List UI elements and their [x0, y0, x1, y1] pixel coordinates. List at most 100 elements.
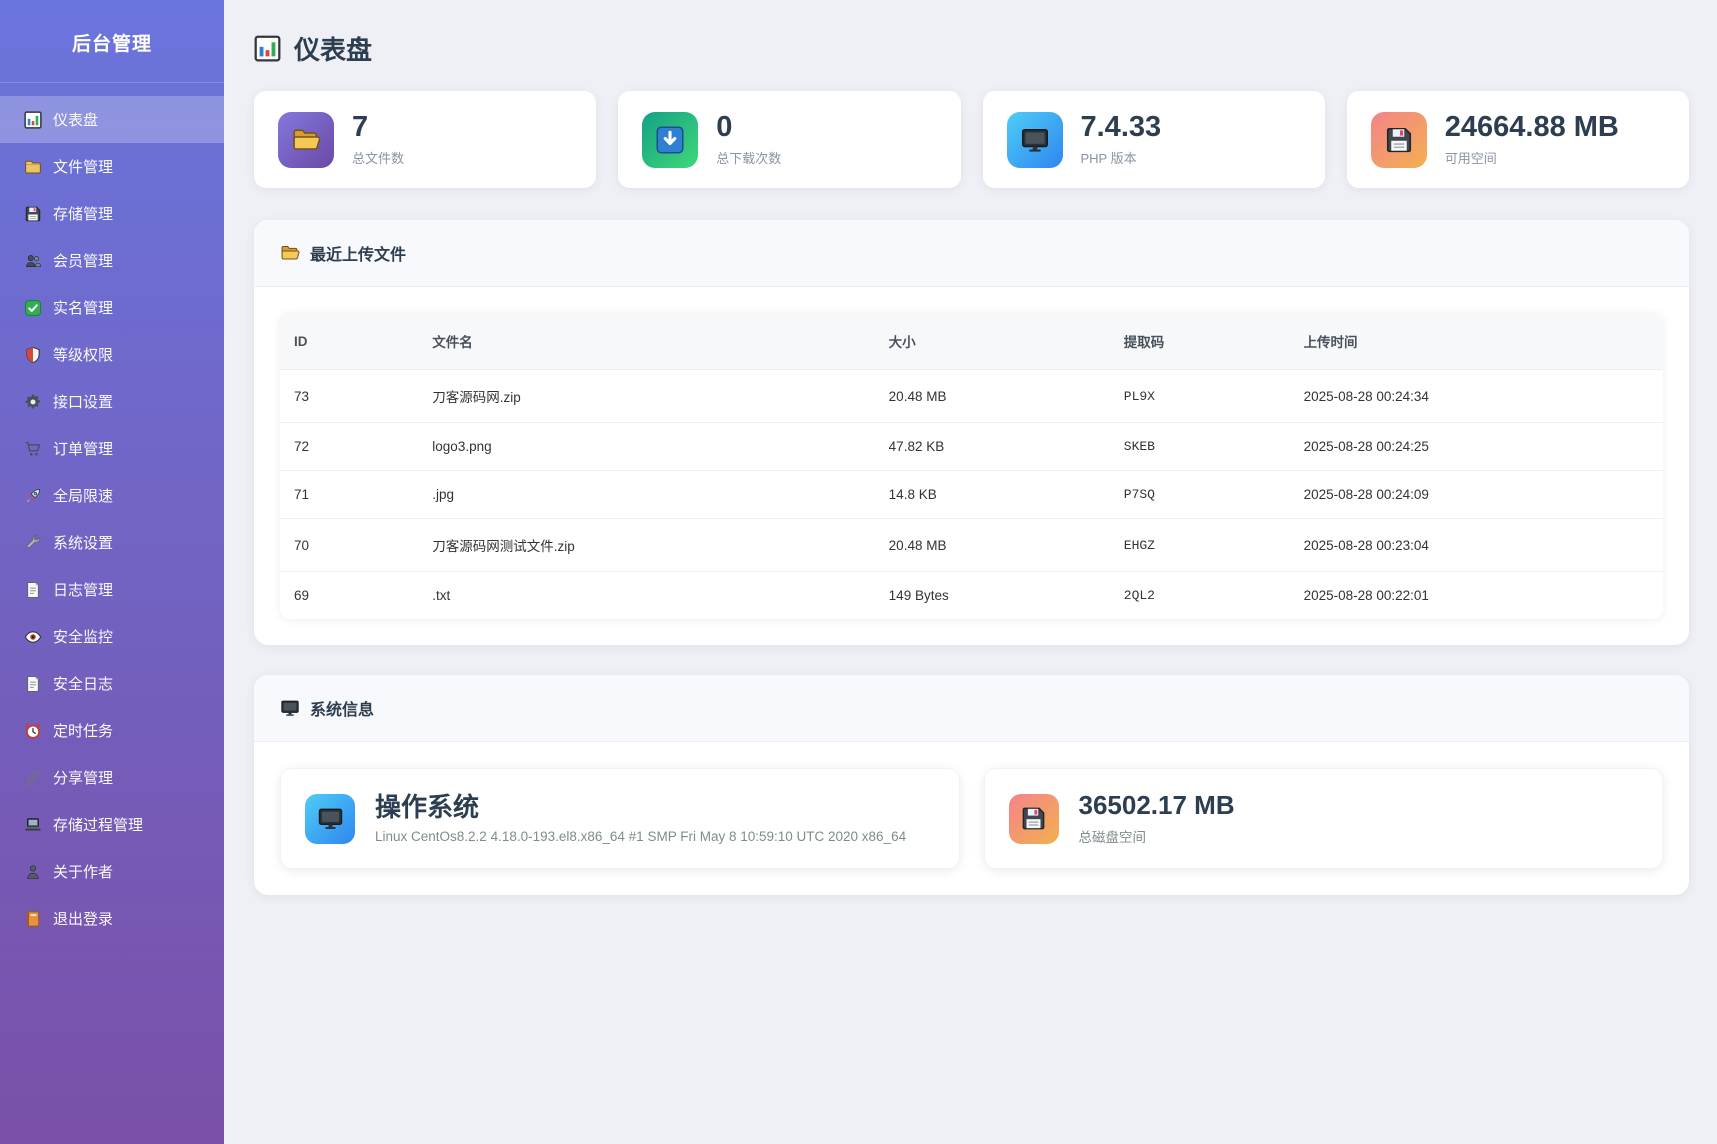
table-row: 71 .jpg 14.8 KB P7SQ 2025-08-28 00:24:09 [280, 471, 1663, 519]
sidebar-item[interactable]: 实名管理 [0, 284, 224, 331]
sidebar-item-label: 存储过程管理 [53, 814, 143, 835]
monitor-icon [1007, 112, 1063, 168]
sidebar-item-label: 全局限速 [53, 485, 113, 506]
page-header: 仪表盘 [254, 30, 1689, 67]
stat-text: 7 总文件数 [352, 112, 404, 168]
cell-upload-time: 2025-08-28 00:24:34 [1290, 370, 1663, 423]
stat-value: 0 [716, 112, 781, 144]
stats-row: 7 总文件数 0 总下载次数 7.4.33 PHP 版本 [254, 91, 1689, 188]
system-info-header: 系统信息 [254, 675, 1689, 742]
stat-label: 总下载次数 [716, 148, 781, 167]
sidebar-item[interactable]: 存储过程管理 [0, 801, 224, 848]
stat-value: 7 [352, 112, 404, 144]
system-info-body: 操作系统 Linux CentOs8.2.2 4.18.0-193.el8.x8… [254, 742, 1689, 895]
monitor-icon [305, 794, 355, 844]
stat-card: 24664.88 MB 可用空间 [1347, 91, 1689, 188]
stat-text: 7.4.33 PHP 版本 [1081, 112, 1162, 168]
table-header-row: ID文件名大小提取码上传时间 [280, 313, 1663, 370]
shield-icon [24, 346, 42, 364]
column-header: ID [280, 313, 418, 370]
gear-icon [24, 393, 42, 411]
sidebar-item-label: 安全监控 [53, 626, 113, 647]
sidebar-item[interactable]: 仪表盘 [0, 96, 224, 143]
sidebar-item-label: 实名管理 [53, 297, 113, 318]
sidebar-item[interactable]: 关于作者 [0, 848, 224, 895]
sidebar-item-label: 会员管理 [53, 250, 113, 271]
floppy-icon [1009, 794, 1059, 844]
cell-id: 73 [280, 370, 418, 423]
rocket-icon [24, 487, 42, 505]
book-icon [24, 910, 42, 928]
sidebar-item-label: 接口设置 [53, 391, 113, 412]
folder-icon [24, 158, 42, 176]
cell-code: 2QL2 [1110, 572, 1290, 620]
cell-filename: 刀客源码网.zip [418, 370, 874, 423]
cell-upload-time: 2025-08-28 00:24:25 [1290, 423, 1663, 471]
system-info-title: 系统信息 [310, 696, 374, 720]
sidebar-item-label: 订单管理 [53, 438, 113, 459]
cell-id: 69 [280, 572, 418, 620]
sidebar-item-label: 等级权限 [53, 344, 113, 365]
system-info-card-title: 操作系统 [375, 793, 906, 822]
sidebar-item[interactable]: 分享管理 [0, 754, 224, 801]
system-info-card-title: 36502.17 MB [1079, 791, 1235, 820]
system-info-card: 36502.17 MB 总磁盘空间 [984, 768, 1664, 869]
system-info-panel: 系统信息 操作系统 Linux CentOs8.2.2 4.18.0-193.e… [254, 675, 1689, 895]
sidebar-item[interactable]: 系统设置 [0, 519, 224, 566]
stat-card: 7 总文件数 [254, 91, 596, 188]
recent-files-title: 最近上传文件 [310, 241, 406, 265]
sidebar-item[interactable]: 定时任务 [0, 707, 224, 754]
floppy-icon [1371, 112, 1427, 168]
sidebar-item-label: 定时任务 [53, 720, 113, 741]
sidebar-item[interactable]: 等级权限 [0, 331, 224, 378]
cell-id: 72 [280, 423, 418, 471]
floppy-icon [24, 205, 42, 223]
column-header: 文件名 [418, 313, 874, 370]
table-row: 70 刀客源码网测试文件.zip 20.48 MB EHGZ 2025-08-2… [280, 519, 1663, 572]
sidebar-item-label: 安全日志 [53, 673, 113, 694]
stat-label: 总文件数 [352, 148, 404, 167]
sidebar-item[interactable]: 订单管理 [0, 425, 224, 472]
sidebar-item[interactable]: 安全监控 [0, 613, 224, 660]
cell-code: SKEB [1110, 423, 1290, 471]
cell-size: 47.82 KB [875, 423, 1110, 471]
recent-files-panel: 最近上传文件 ID文件名大小提取码上传时间 [254, 220, 1689, 645]
memo-icon [24, 581, 42, 599]
system-info-text: 操作系统 Linux CentOs8.2.2 4.18.0-193.el8.x8… [375, 793, 906, 844]
cell-id: 70 [280, 519, 418, 572]
alarm-icon [24, 722, 42, 740]
cell-size: 149 Bytes [875, 572, 1110, 620]
bar-chart-icon [254, 35, 281, 62]
sidebar-item[interactable]: 全局限速 [0, 472, 224, 519]
sidebar-nav: 仪表盘 文件管理 存储管理 会员管理 实名管理 等级权限 [0, 83, 224, 942]
monitor-icon [280, 698, 300, 718]
cell-upload-time: 2025-08-28 00:24:09 [1290, 471, 1663, 519]
cell-id: 71 [280, 471, 418, 519]
cell-code: P7SQ [1110, 471, 1290, 519]
cell-filename: .jpg [418, 471, 874, 519]
sidebar-item-label: 退出登录 [53, 908, 113, 929]
sidebar-item[interactable]: 会员管理 [0, 237, 224, 284]
cart-icon [24, 440, 42, 458]
sidebar-item-label: 日志管理 [53, 579, 113, 600]
sidebar-item[interactable]: 退出登录 [0, 895, 224, 942]
sidebar-item-label: 分享管理 [53, 767, 113, 788]
recent-files-body: ID文件名大小提取码上传时间 73 刀客源码网.zip 20.48 MB PL9… [254, 287, 1689, 645]
sidebar-item-label: 仪表盘 [53, 109, 98, 130]
sidebar-item[interactable]: 安全日志 [0, 660, 224, 707]
app-title: 后台管理 [0, 0, 224, 83]
cell-size: 20.48 MB [875, 519, 1110, 572]
open-folder-icon [278, 112, 334, 168]
cell-upload-time: 2025-08-28 00:23:04 [1290, 519, 1663, 572]
link-icon [24, 769, 42, 787]
sidebar: 后台管理 仪表盘 文件管理 存储管理 会员管理 实名管理 [0, 0, 224, 1144]
sidebar-item[interactable]: 日志管理 [0, 566, 224, 613]
sidebar-item[interactable]: 接口设置 [0, 378, 224, 425]
recent-files-table: ID文件名大小提取码上传时间 73 刀客源码网.zip 20.48 MB PL9… [280, 313, 1663, 619]
stat-card: 0 总下载次数 [618, 91, 960, 188]
memo-icon [24, 675, 42, 693]
stat-value: 24664.88 MB [1445, 112, 1619, 144]
stat-label: PHP 版本 [1081, 148, 1162, 167]
sidebar-item[interactable]: 存储管理 [0, 190, 224, 237]
sidebar-item[interactable]: 文件管理 [0, 143, 224, 190]
